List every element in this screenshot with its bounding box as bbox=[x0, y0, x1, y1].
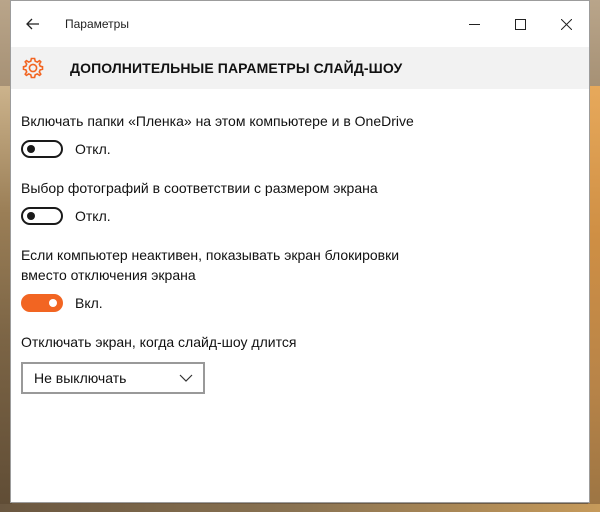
close-button[interactable] bbox=[543, 1, 589, 47]
toggle-row-lock-screen: Вкл. bbox=[21, 294, 579, 312]
settings-window: Параметры ДОПОЛНИТЕЛЬНЫЕ ПАРАМЕТРЫ СЛАЙД… bbox=[10, 0, 590, 503]
setting-camera-roll: Включать папки «Пленка» на этом компьюте… bbox=[21, 111, 579, 158]
gear-icon bbox=[21, 56, 45, 80]
setting-fit-screen: Выбор фотографий в соответствии с размер… bbox=[21, 178, 579, 225]
setting-label-lock-screen-line1: Если компьютер неактивен, показывать экр… bbox=[21, 247, 400, 263]
toggle-row-fit-screen: Откл. bbox=[21, 207, 579, 225]
settings-content: Включать папки «Пленка» на этом компьюте… bbox=[11, 111, 589, 394]
toggle-knob bbox=[27, 212, 35, 220]
back-button[interactable] bbox=[11, 1, 55, 47]
toggle-state-fit-screen: Откл. bbox=[75, 208, 111, 224]
toggle-row-camera-roll: Откл. bbox=[21, 140, 579, 158]
toggle-knob bbox=[49, 299, 57, 307]
toggle-fit-screen[interactable] bbox=[21, 207, 63, 225]
page-header: ДОПОЛНИТЕЛЬНЫЕ ПАРАМЕТРЫ СЛАЙД-ШОУ bbox=[11, 47, 589, 89]
toggle-state-camera-roll: Откл. bbox=[75, 141, 111, 157]
toggle-state-lock-screen: Вкл. bbox=[75, 295, 103, 311]
window-controls bbox=[451, 1, 589, 47]
title-bar: Параметры bbox=[11, 1, 589, 47]
toggle-knob bbox=[27, 145, 35, 153]
setting-label-fit-screen: Выбор фотографий в соответствии с размер… bbox=[21, 180, 378, 196]
window-title: Параметры bbox=[65, 17, 129, 31]
wallpaper-bottom-edge bbox=[0, 504, 600, 512]
maximize-button[interactable] bbox=[497, 1, 543, 47]
minimize-icon bbox=[468, 23, 480, 25]
screen-off-dropdown[interactable]: Не выключать bbox=[21, 362, 205, 394]
screen-off-dropdown-value: Не выключать bbox=[34, 370, 127, 386]
toggle-camera-roll[interactable] bbox=[21, 140, 63, 158]
setting-screen-off: Отключать экран, когда слайд-шоу длится … bbox=[21, 332, 579, 394]
maximize-icon bbox=[514, 18, 526, 30]
setting-label-lock-screen-line2: вместо отключения экрана bbox=[21, 267, 196, 283]
page-title: ДОПОЛНИТЕЛЬНЫЕ ПАРАМЕТРЫ СЛАЙД-ШОУ bbox=[70, 60, 403, 76]
setting-lock-screen: Если компьютер неактивен, показывать экр… bbox=[21, 245, 579, 312]
back-arrow-icon bbox=[26, 18, 39, 30]
close-icon bbox=[560, 18, 572, 30]
toggle-lock-screen[interactable] bbox=[21, 294, 63, 312]
minimize-button[interactable] bbox=[451, 1, 497, 47]
setting-label-screen-off: Отключать экран, когда слайд-шоу длится bbox=[21, 334, 297, 350]
setting-label-camera-roll: Включать папки «Пленка» на этом компьюте… bbox=[21, 113, 414, 129]
chevron-down-icon bbox=[179, 374, 193, 382]
